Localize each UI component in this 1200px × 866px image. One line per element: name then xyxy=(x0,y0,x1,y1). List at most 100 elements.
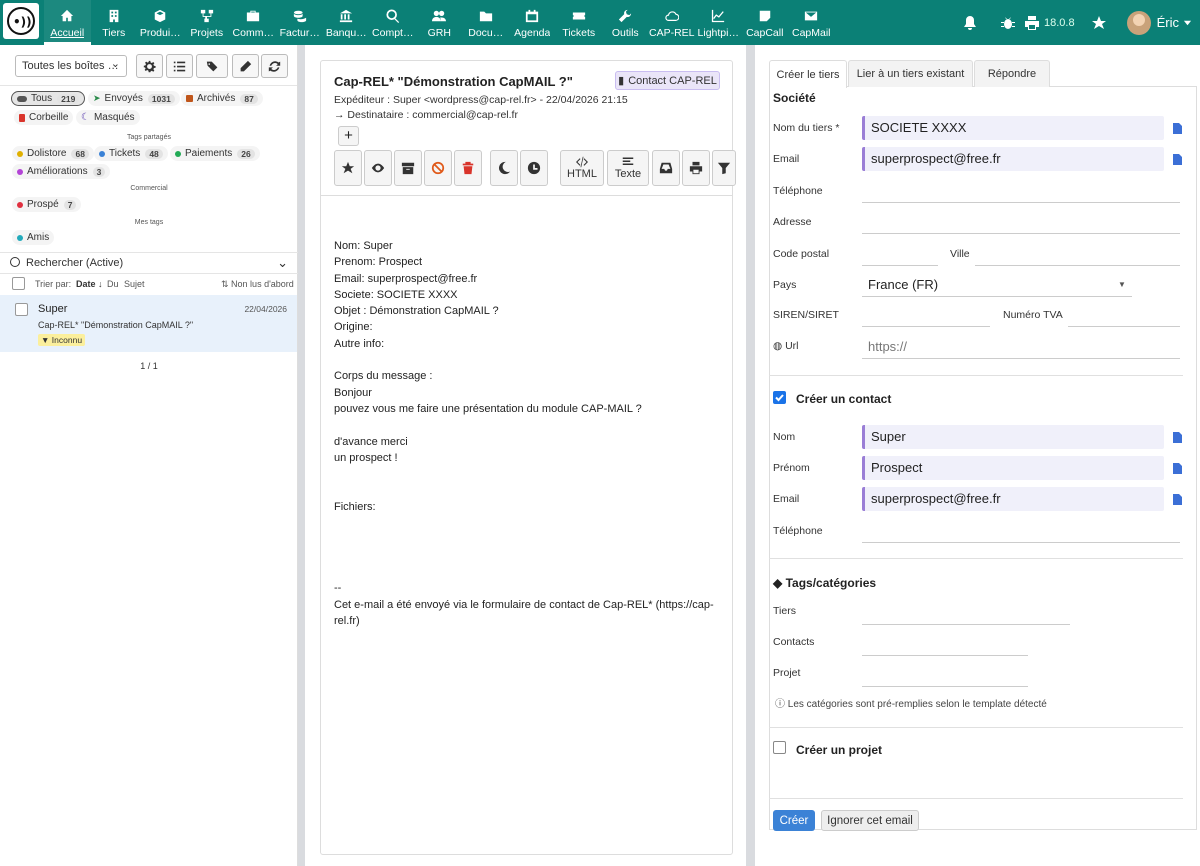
nav-item-cap-rel[interactable]: CAP-REL xyxy=(649,0,696,45)
pane-splitter-right[interactable] xyxy=(746,45,755,866)
bell-icon[interactable] xyxy=(962,15,978,31)
tag-plus-icon xyxy=(206,61,217,71)
sort-subject[interactable]: Sujet xyxy=(124,279,145,289)
refresh-button[interactable] xyxy=(261,54,288,78)
create-project-checkbox[interactable] xyxy=(773,741,786,754)
remind-button[interactable] xyxy=(520,150,548,186)
chevron-down-icon[interactable]: ⌄ xyxy=(277,255,288,271)
nav-item-documents[interactable]: Docu… xyxy=(463,0,510,45)
folder-sent[interactable]: ➤ Envoyés 1031 xyxy=(88,91,180,106)
snooze-button[interactable] xyxy=(490,150,518,186)
delete-button[interactable] xyxy=(454,150,482,186)
list-view-button[interactable] xyxy=(166,54,193,78)
inbox-button[interactable] xyxy=(652,150,680,186)
tag-dolistore[interactable]: Dolistore 68 xyxy=(12,146,94,161)
copy-icon[interactable] xyxy=(1173,154,1182,165)
tag-ameliorations[interactable]: Améliorations 3 xyxy=(12,164,111,179)
folder-hidden[interactable]: ☾ Masqués xyxy=(76,110,140,125)
nav-item-tickets[interactable]: Tickets xyxy=(556,0,603,45)
cloud-icon xyxy=(665,11,679,21)
user-name[interactable]: Éric xyxy=(1157,15,1179,30)
search-row[interactable]: Rechercher (Active) ⌄ xyxy=(0,252,298,274)
nav-label: CapMail xyxy=(791,27,831,39)
html-view-button[interactable]: HTML xyxy=(560,150,604,186)
copy-icon[interactable] xyxy=(1173,432,1182,443)
sort-from[interactable]: Du xyxy=(107,279,119,289)
sort-date[interactable]: Date ↓ xyxy=(76,279,103,289)
select-all-checkbox[interactable] xyxy=(12,277,25,290)
nav-item-grh[interactable]: GRH xyxy=(416,0,463,45)
city-field[interactable] xyxy=(975,242,1180,266)
star-button[interactable] xyxy=(334,150,362,186)
avatar[interactable] xyxy=(1126,10,1151,35)
settings-button[interactable] xyxy=(136,54,163,78)
tab-create-company[interactable]: Créer le tiers xyxy=(769,60,847,88)
bug-icon[interactable] xyxy=(1000,15,1016,31)
nav-item-banques[interactable]: Banqu… xyxy=(323,0,370,45)
nav-item-tiers[interactable]: Tiers xyxy=(91,0,138,45)
nav-item-lightpick[interactable]: Lightpi… xyxy=(695,0,742,45)
nav-item-capmail[interactable]: CapMail xyxy=(788,0,835,45)
caret-down-icon[interactable]: ▼ xyxy=(1118,280,1126,289)
pane-splitter-left[interactable] xyxy=(298,45,305,866)
nav-item-accueil[interactable]: Accueil xyxy=(44,0,91,45)
create-button[interactable]: Créer xyxy=(773,810,815,831)
tab-link-company[interactable]: Lier à un tiers existant xyxy=(848,60,973,87)
nav-item-agenda[interactable]: Agenda xyxy=(509,0,556,45)
folder-archived[interactable]: Archivés 87 xyxy=(181,91,263,106)
tags-tiers-select[interactable] xyxy=(862,601,1070,625)
archive-button[interactable] xyxy=(394,150,422,186)
company-phone-field[interactable] xyxy=(862,179,1180,203)
add-action-button[interactable]: + xyxy=(338,126,359,146)
print-button[interactable] xyxy=(682,150,710,186)
add-tag-button[interactable] xyxy=(196,54,228,78)
mailbox-select[interactable]: Toutes les boîtes … xyxy=(15,55,127,77)
message-list-item[interactable]: Super 22/04/2026 Cap-REL* "Démonstration… xyxy=(0,295,297,352)
tag-label: Dolistore xyxy=(27,148,67,159)
tag-prospe[interactable]: Prospé 7 xyxy=(12,197,82,212)
tags-contacts-select[interactable] xyxy=(862,632,1028,656)
spam-button[interactable] xyxy=(424,150,452,186)
nav-item-commandes[interactable]: Comm… xyxy=(230,0,277,45)
app-logo[interactable]: •)) xyxy=(3,3,39,39)
company-email-field[interactable]: superprospect@free.fr xyxy=(862,147,1164,171)
siren-field[interactable] xyxy=(862,303,990,327)
nav-item-comptabilite[interactable]: Compt… xyxy=(370,0,417,45)
tag-paiements[interactable]: Paiements 26 xyxy=(170,146,260,161)
country-select[interactable]: France (FR) xyxy=(862,273,1132,297)
mark-read-button[interactable] xyxy=(364,150,392,186)
tags-projet-select[interactable] xyxy=(862,663,1028,687)
sort-unread-first[interactable]: ⇅ Non lus d'abord xyxy=(221,279,294,290)
nav-item-produits[interactable]: Produi… xyxy=(137,0,184,45)
tag-amis[interactable]: Amis xyxy=(12,230,55,245)
printer-icon[interactable] xyxy=(1024,15,1040,31)
contact-email-field[interactable]: superprospect@free.fr xyxy=(862,487,1164,511)
copy-icon[interactable] xyxy=(1173,123,1182,134)
url-field[interactable]: https:// xyxy=(862,335,1180,359)
nav-item-projets[interactable]: Projets xyxy=(184,0,231,45)
folder-all[interactable]: Tous 219 xyxy=(11,91,86,106)
ignore-email-button[interactable]: Ignorer cet email xyxy=(821,810,919,831)
message-checkbox[interactable] xyxy=(15,303,28,316)
contact-firstname-field[interactable]: Prospect xyxy=(862,456,1164,480)
nav-item-capcall[interactable]: CapCall xyxy=(742,0,789,45)
create-contact-checkbox[interactable] xyxy=(773,391,786,404)
tab-reply[interactable]: Répondre xyxy=(974,60,1050,87)
copy-icon[interactable] xyxy=(1173,494,1182,505)
nav-item-factures[interactable]: Factur… xyxy=(277,0,324,45)
star-icon[interactable] xyxy=(1091,15,1107,31)
zip-field[interactable] xyxy=(862,242,938,266)
copy-icon[interactable] xyxy=(1173,463,1182,474)
company-name-field[interactable]: SOCIETE XXXX xyxy=(862,116,1164,140)
tag-tickets[interactable]: Tickets 48 xyxy=(94,146,168,161)
vat-field[interactable] xyxy=(1068,303,1180,327)
filter-button[interactable] xyxy=(712,150,736,186)
chevron-down-icon[interactable] xyxy=(1183,18,1192,27)
nav-item-outils[interactable]: Outils xyxy=(602,0,649,45)
contact-phone-field[interactable] xyxy=(862,519,1180,543)
company-address-field[interactable] xyxy=(862,210,1180,234)
folder-trash[interactable]: Corbeille xyxy=(14,110,74,125)
contact-lastname-field[interactable]: Super xyxy=(862,425,1164,449)
text-view-button[interactable]: Texte xyxy=(607,150,649,186)
edit-button[interactable] xyxy=(232,54,259,78)
